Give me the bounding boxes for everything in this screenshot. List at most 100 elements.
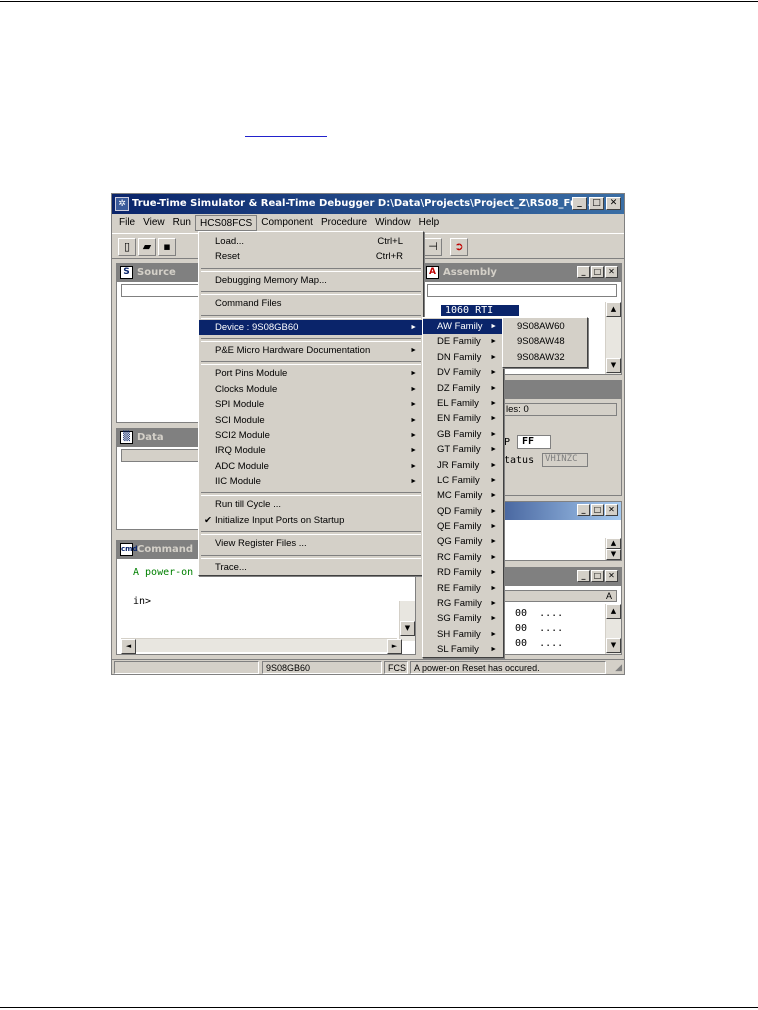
command-icon: cmd [120,543,137,556]
submenu-arrow-icon: ► [410,478,417,486]
save-icon[interactable]: ▪ [158,238,176,256]
menu-item-clocks[interactable]: Clocks Module ► [199,382,423,397]
submenu-item-family[interactable]: AW Family ► [423,319,503,335]
data-title: Data [137,432,164,443]
menu-component[interactable]: Component [257,215,317,231]
submenu-item-family[interactable]: RG Family ► [423,596,503,611]
scroll-down-icon[interactable]: ▼ [400,621,415,636]
menu-hcs08fcs[interactable]: HCS08FCS [194,215,258,231]
menu-item-run-till-cycle[interactable]: Run till Cycle ... [199,497,423,512]
assembly-maximize-button[interactable]: □ [591,266,604,278]
submenu-item-device[interactable]: 9S08AW48 [503,334,587,349]
procedure-close-button[interactable]: ✕ [605,504,618,516]
memory-maximize-button[interactable]: □ [591,570,604,582]
menu-item-view-register-files[interactable]: View Register Files ... [199,536,423,551]
command-prompt[interactable]: in> [133,596,151,607]
submenu-item-device[interactable]: 9S08AW32 [503,350,587,365]
procedure-scrollbar[interactable]: ▲ ▼ [605,538,621,560]
submenu-item-family[interactable]: GB Family ► [423,427,503,442]
menu-item-irq[interactable]: IRQ Module ► [199,443,423,458]
submenu-item-family[interactable]: DN Family ► [423,350,503,365]
open-folder-icon[interactable]: ▰ [138,238,156,256]
command-scrollbar[interactable]: ▼ [399,601,415,641]
submenu-item-family[interactable]: SG Family ► [423,611,503,626]
submenu-item-family[interactable]: EN Family ► [423,411,503,426]
menu-item-port-pins[interactable]: Port Pins Module ► [199,366,423,381]
scroll-up-icon[interactable]: ▲ [606,302,621,317]
menu-file[interactable]: File [115,215,139,231]
menu-item-iic[interactable]: IIC Module ► [199,474,423,489]
status-flags[interactable]: VHINZC [542,453,588,467]
submenu-item-family[interactable]: EL Family ► [423,396,503,411]
menu-item-load[interactable]: Load... Ctrl+L [199,234,423,249]
scroll-up-icon[interactable]: ▲ [606,538,621,549]
menu-item-trace[interactable]: Trace... [199,560,423,575]
scroll-down-icon[interactable]: ▼ [606,358,621,373]
maximize-button[interactable]: □ [589,197,604,210]
submenu-item-family[interactable]: QG Family ► [423,534,503,549]
menu-item-initialize-ports[interactable]: ✔ Initialize Input Ports on Startup [199,513,423,528]
scroll-up-icon[interactable]: ▲ [606,604,621,619]
family-label: QE Family [437,521,482,533]
status-empty [114,661,259,674]
hyperlink-underline[interactable] [245,136,327,137]
menu-item-adc[interactable]: ADC Module ► [199,459,423,474]
reset-target-icon[interactable]: ➲ [450,238,468,256]
submenu-item-family[interactable]: SH Family ► [423,627,503,642]
submenu-item-family[interactable]: DV Family ► [423,365,503,380]
family-label: JR Family [437,459,480,471]
menu-procedure[interactable]: Procedure [317,215,371,231]
submenu-item-family[interactable]: MC Family ► [423,488,503,503]
menu-view[interactable]: View [139,215,169,231]
submenu-item-family[interactable]: LC Family ► [423,473,503,488]
new-file-icon[interactable]: ▯ [118,238,136,256]
procedure-maximize-button[interactable]: □ [591,504,604,516]
assembly-line[interactable]: 1060 RTI [441,305,519,316]
submenu-item-family[interactable]: JR Family ► [423,458,503,473]
menu-window[interactable]: Window [371,215,415,231]
submenu-item-family[interactable]: GT Family ► [423,442,503,457]
memory-minimize-button[interactable]: _ [577,570,590,582]
memory-scrollbar[interactable]: ▲ ▼ [605,604,621,654]
submenu-item-family[interactable]: DE Family ► [423,334,503,349]
assembly-close-button[interactable]: ✕ [605,266,618,278]
scroll-left-icon[interactable]: ◄ [121,639,136,654]
title-bar[interactable]: ✲ True-Time Simulator & Real-Time Debugg… [112,194,624,214]
submenu-item-family[interactable]: SL Family ► [423,642,503,657]
menu-item-spi[interactable]: SPI Module ► [199,397,423,412]
menu-help[interactable]: Help [415,215,444,231]
submenu-item-family[interactable]: RD Family ► [423,565,503,580]
assembly-scrollbar[interactable]: ▲ ▼ [605,302,621,374]
p-value[interactable]: FF [517,435,551,449]
scroll-down-icon[interactable]: ▼ [606,549,621,560]
menu-item-sci-label: SCI Module [215,414,265,426]
menu-run[interactable]: Run [169,215,195,231]
menu-item-sci2[interactable]: SCI2 Module ► [199,428,423,443]
halt-icon[interactable]: ⊣ [424,238,442,256]
submenu-arrow-icon: ► [490,492,497,500]
submenu-item-family[interactable]: QE Family ► [423,519,503,534]
menu-item-device[interactable]: Device : 9S08GB60 ► [199,319,423,335]
command-hscrollbar[interactable]: ◄ ► [121,638,402,654]
resize-grip-icon[interactable]: ◢ [615,662,622,673]
menu-item-command-files[interactable]: Command Files [199,296,423,311]
procedure-minimize-button[interactable]: _ [577,504,590,516]
submenu-item-device[interactable]: 9S08AW60 [503,319,587,334]
family-label: DN Family [437,351,482,363]
submenu-arrow-icon: ► [410,447,417,455]
menu-item-reset[interactable]: Reset Ctrl+R [199,249,423,264]
submenu-item-family[interactable]: DZ Family ► [423,381,503,396]
submenu-item-family[interactable]: RE Family ► [423,581,503,596]
menu-item-pe-docs[interactable]: P&E Micro Hardware Documentation ► [199,343,423,358]
menu-item-debugging-memory-map[interactable]: Debugging Memory Map... [199,273,423,288]
submenu-arrow-icon: ► [490,399,497,407]
menu-item-sci[interactable]: SCI Module ► [199,413,423,428]
submenu-item-family[interactable]: RC Family ► [423,550,503,565]
assembly-minimize-button[interactable]: _ [577,266,590,278]
scroll-down-icon[interactable]: ▼ [606,638,621,653]
scroll-right-icon[interactable]: ► [387,639,402,654]
submenu-item-family[interactable]: QD Family ► [423,504,503,519]
close-button[interactable]: ✕ [606,197,621,210]
minimize-button[interactable]: _ [572,197,587,210]
memory-close-button[interactable]: ✕ [605,570,618,582]
